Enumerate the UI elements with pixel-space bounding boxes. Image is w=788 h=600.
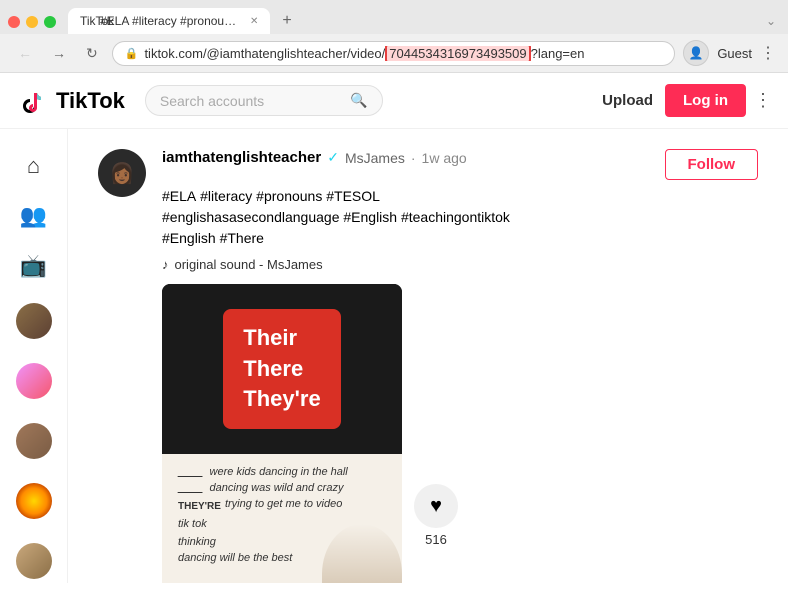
avatar-2: [16, 363, 52, 399]
post-caption: #ELA #literacy #pronouns #TESOL #english…: [162, 186, 758, 249]
fullscreen-dot[interactable]: [44, 16, 56, 28]
tiktok-logo-icon: [16, 85, 48, 117]
close-dot[interactable]: [8, 16, 20, 28]
caption-line-1: #ELA #literacy #pronouns #TESOL: [162, 186, 758, 207]
sound-label: original sound - MsJames: [175, 257, 323, 272]
sidebar-avatar-2[interactable]: [7, 355, 61, 407]
post-sound: ♪ original sound - MsJames: [162, 257, 758, 272]
post-author-info: iamthatenglishteacher ✓ MsJames · 1w ago: [162, 149, 467, 166]
post-avatar-icon: 👩🏾: [110, 161, 135, 186]
tab-favicon: TikTok: [80, 14, 94, 28]
tiktok-logo: TikTok: [16, 85, 125, 117]
sidebar: ⌂ 👥 📺: [0, 129, 68, 583]
home-icon: ⌂: [27, 153, 40, 179]
upload-button[interactable]: Upload: [590, 84, 665, 117]
new-tab-button[interactable]: +: [274, 8, 299, 34]
tab-bar: TikTok #ELA #literacy #pronouns #TE... ✕…: [0, 0, 788, 34]
tiktok-header: TikTok Search accounts 🔍 Upload Log in ⋮: [0, 73, 788, 129]
search-box[interactable]: Search accounts 🔍: [145, 85, 383, 116]
live-icon: 📺: [20, 253, 47, 279]
heart-icon: ♥: [430, 495, 442, 518]
url-text: tiktok.com/@iamthatenglishteacher/video/…: [144, 46, 662, 61]
video-top: Their There They're: [162, 284, 402, 454]
profile-icon[interactable]: 👤: [683, 40, 709, 66]
post: 👩🏾 iamthatenglishteacher ✓ MsJames · 1w …: [98, 149, 758, 583]
sidebar-avatar-3[interactable]: [7, 415, 61, 467]
caption-line-2: #englishasasecondlanguage #English #teac…: [162, 207, 758, 228]
video-bottom: ____ were kids dancing in the hall ____ …: [162, 454, 402, 583]
post-header: iamthatenglishteacher ✓ MsJames · 1w ago…: [162, 149, 758, 180]
forward-button[interactable]: →: [46, 41, 72, 65]
active-tab[interactable]: TikTok #ELA #literacy #pronouns #TE... ✕: [68, 8, 270, 34]
nav-extra: 👤 Guest ⋮: [683, 40, 776, 66]
main-content: ⌂ 👥 📺: [0, 129, 788, 583]
address-bar[interactable]: 🔒 tiktok.com/@iamthatenglishteacher/vide…: [112, 41, 676, 66]
video-interactions-row: Their There They're ____ were kids danci…: [162, 284, 758, 583]
tabs-menu-button[interactable]: ⌄: [762, 10, 780, 32]
post-username[interactable]: iamthatenglishteacher: [162, 149, 321, 166]
search-placeholder: Search accounts: [160, 93, 342, 109]
sidebar-item-following[interactable]: 👥: [7, 195, 61, 237]
login-button[interactable]: Log in: [665, 84, 746, 117]
verified-badge: ✓: [327, 149, 339, 166]
follow-button[interactable]: Follow: [665, 149, 759, 180]
url-suffix: ?lang=en: [531, 46, 585, 61]
tab-close-button[interactable]: ✕: [250, 16, 258, 27]
writing-label: THEY'RE: [178, 501, 221, 512]
browser-chrome: TikTok #ELA #literacy #pronouns #TE... ✕…: [0, 0, 788, 73]
avatar-5: [16, 543, 52, 579]
video-text-box: Their There They're: [223, 309, 340, 429]
tiktok-app: TikTok Search accounts 🔍 Upload Log in ⋮…: [0, 73, 788, 583]
lock-icon: 🔒: [125, 47, 139, 60]
post-time-ago: 1w ago: [422, 150, 467, 166]
like-button[interactable]: ♥: [414, 484, 458, 528]
post-display-name: MsJames: [345, 150, 405, 166]
tab-title: #ELA #literacy #pronouns #TE...: [100, 14, 240, 28]
sidebar-item-live[interactable]: 📺: [7, 245, 61, 287]
music-icon: ♪: [162, 257, 169, 272]
sidebar-avatar-5[interactable]: [7, 535, 61, 583]
feed: 👩🏾 iamthatenglishteacher ✓ MsJames · 1w …: [68, 129, 788, 583]
refresh-button[interactable]: ↻: [80, 41, 104, 66]
tiktok-logo-text: TikTok: [56, 88, 125, 114]
url-prefix: tiktok.com/@iamthatenglishteacher/video/: [144, 46, 385, 61]
guest-label: Guest: [717, 46, 752, 61]
avatar-3: [16, 423, 52, 459]
browser-menu-button[interactable]: ⋮: [760, 43, 776, 63]
avatar-1: [16, 303, 52, 339]
sidebar-avatar-1[interactable]: [7, 295, 61, 347]
minimize-dot[interactable]: [26, 16, 38, 28]
writing-line-1: ____ were kids dancing in the hall: [178, 466, 386, 478]
writing-line-2: ____ dancing was wild and crazy: [178, 482, 386, 494]
search-icon: 🔍: [350, 92, 367, 109]
post-content: iamthatenglishteacher ✓ MsJames · 1w ago…: [162, 149, 758, 583]
interaction-sidebar: ♥ 516: [414, 284, 468, 583]
caption-line-3: #English #There: [162, 228, 758, 249]
post-video[interactable]: Their There They're ____ were kids danci…: [162, 284, 402, 583]
nav-bar: ← → ↻ 🔒 tiktok.com/@iamthatenglishteache…: [0, 34, 788, 72]
writing-label-row: THEY'RE trying to get me to video: [178, 498, 386, 514]
video-line-1: Their: [243, 323, 320, 354]
post-avatar[interactable]: 👩🏾: [98, 149, 146, 197]
like-interaction: ♥ 516: [414, 484, 458, 547]
sidebar-item-home[interactable]: ⌂: [7, 145, 61, 187]
video-line-2: There: [243, 354, 320, 385]
header-more-button[interactable]: ⋮: [754, 90, 772, 111]
video-line-3: They're: [243, 384, 320, 415]
sidebar-avatar-4[interactable]: [7, 475, 61, 527]
following-icon: 👥: [20, 203, 47, 229]
avatar-4: [16, 483, 52, 519]
like-count: 516: [425, 532, 447, 547]
window-controls: [8, 14, 64, 28]
url-highlighted: 7044534316973493509: [385, 46, 530, 61]
post-time: ·: [411, 150, 416, 166]
back-button[interactable]: ←: [12, 41, 38, 65]
